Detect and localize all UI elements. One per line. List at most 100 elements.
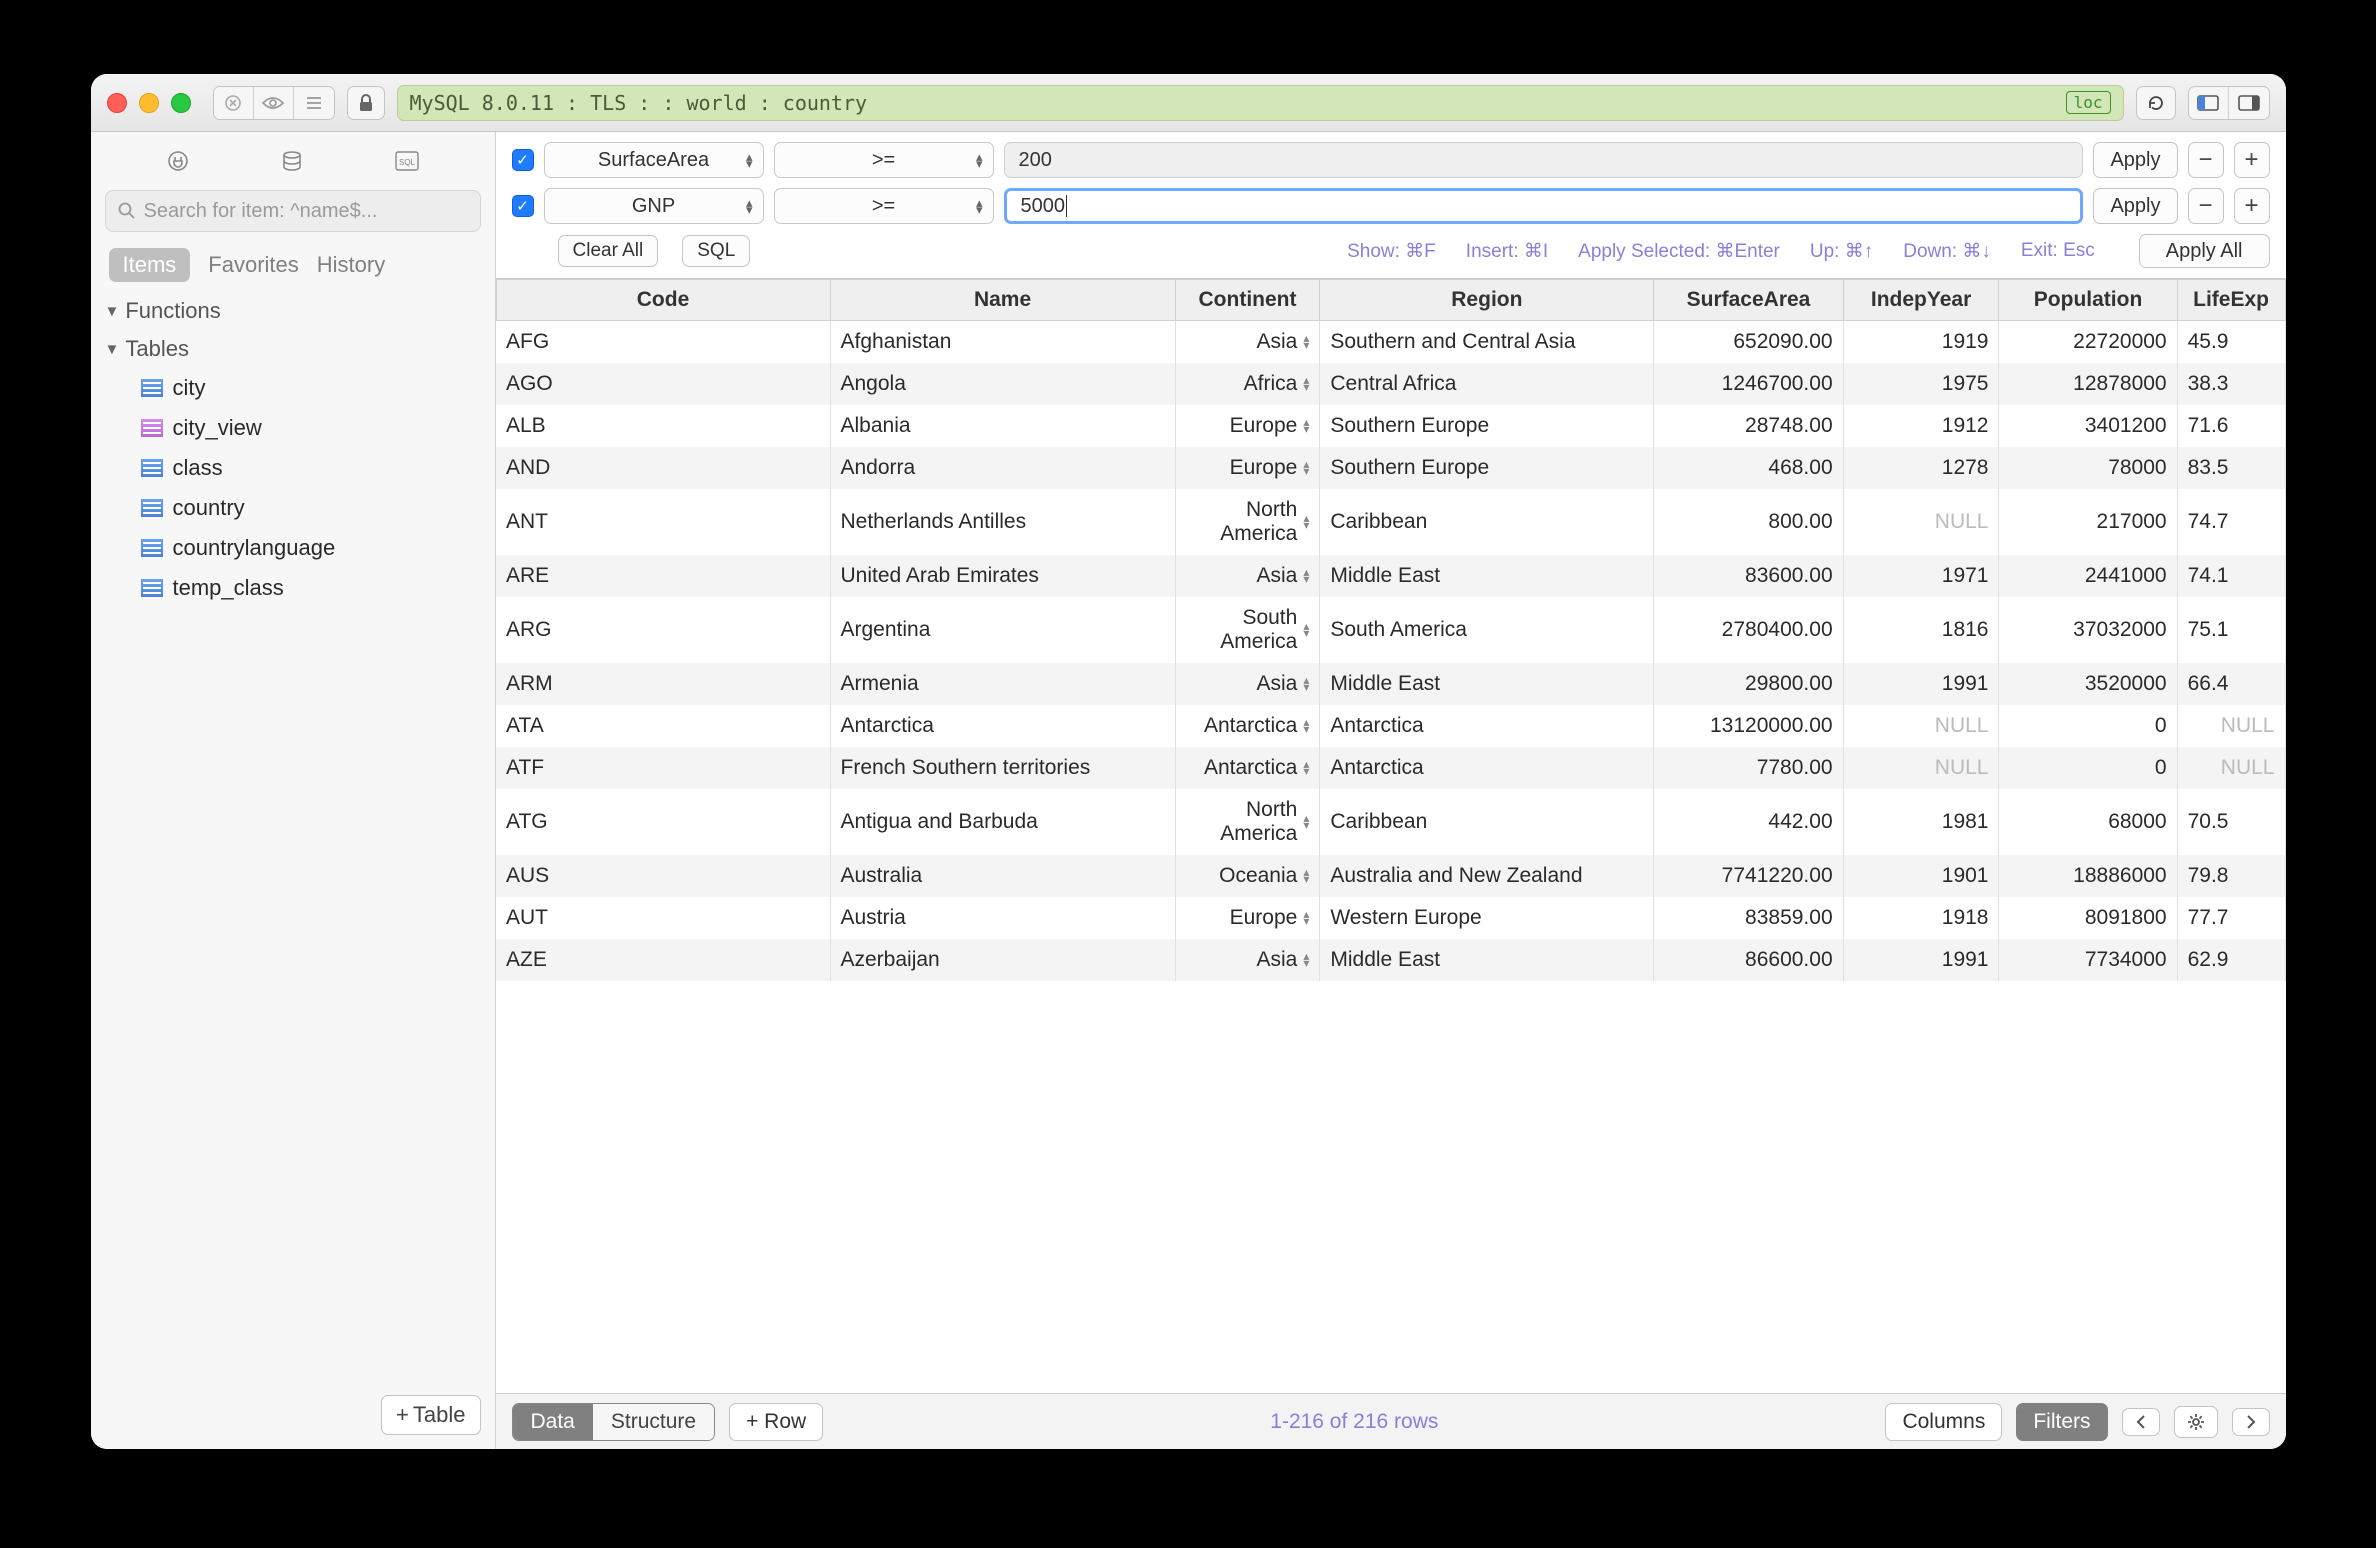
cell-LifeExp[interactable]: 66.4: [2177, 663, 2285, 705]
sidebar-table-city_view[interactable]: city_view: [91, 408, 495, 448]
cell-Name[interactable]: Austria: [830, 897, 1175, 939]
cell-SurfaceArea[interactable]: 7741220.00: [1654, 855, 1843, 897]
panel-toggle-icon[interactable]: [2229, 87, 2269, 119]
cell-Continent[interactable]: Europe▴▾: [1175, 897, 1320, 939]
sidebar-search-input[interactable]: Search for item: ^name$...: [105, 190, 481, 232]
refresh-icon[interactable]: [2136, 86, 2176, 120]
cell-Population[interactable]: 3401200: [1999, 405, 2177, 447]
cell-LifeExp[interactable]: 71.6: [2177, 405, 2285, 447]
cell-LifeExp[interactable]: NULL: [2177, 705, 2285, 747]
cell-IndepYear[interactable]: NULL: [1843, 747, 1999, 789]
cell-SurfaceArea[interactable]: 83600.00: [1654, 555, 1843, 597]
cell-SurfaceArea[interactable]: 86600.00: [1654, 939, 1843, 981]
cell-SurfaceArea[interactable]: 800.00: [1654, 489, 1843, 555]
cell-LifeExp[interactable]: 38.3: [2177, 363, 2285, 405]
cell-SurfaceArea[interactable]: 468.00: [1654, 447, 1843, 489]
filter-2-checkbox[interactable]: ✓: [512, 195, 534, 217]
database-icon[interactable]: [274, 146, 310, 176]
cell-Code[interactable]: ATG: [496, 789, 830, 855]
cell-Region[interactable]: Southern and Central Asia: [1320, 321, 1654, 364]
table-row[interactable]: AGOAngolaAfrica▴▾Central Africa1246700.0…: [496, 363, 2285, 405]
zoom-window-button[interactable]: [171, 93, 191, 113]
col-Name[interactable]: Name: [830, 280, 1175, 321]
cell-Continent[interactable]: Oceania▴▾: [1175, 855, 1320, 897]
filter-1-add-button[interactable]: +: [2234, 142, 2270, 178]
cell-IndepYear[interactable]: 1918: [1843, 897, 1999, 939]
cell-IndepYear[interactable]: 1901: [1843, 855, 1999, 897]
columns-button[interactable]: Columns: [1885, 1403, 2002, 1441]
cell-SurfaceArea[interactable]: 29800.00: [1654, 663, 1843, 705]
table-row[interactable]: ATAAntarcticaAntarctica▴▾Antarctica13120…: [496, 705, 2285, 747]
cell-Continent[interactable]: Europe▴▾: [1175, 405, 1320, 447]
cell-IndepYear[interactable]: NULL: [1843, 489, 1999, 555]
cell-SurfaceArea[interactable]: 7780.00: [1654, 747, 1843, 789]
cell-Region[interactable]: Southern Europe: [1320, 447, 1654, 489]
tree-section-tables[interactable]: Tables: [91, 330, 495, 368]
cell-Continent[interactable]: Asia▴▾: [1175, 555, 1320, 597]
tab-items[interactable]: Items: [109, 248, 191, 282]
lock-icon[interactable]: [347, 86, 385, 120]
cell-Name[interactable]: United Arab Emirates: [830, 555, 1175, 597]
filter-1-remove-button[interactable]: −: [2188, 142, 2224, 178]
add-table-button[interactable]: +Table: [381, 1395, 480, 1435]
cell-Region[interactable]: Australia and New Zealand: [1320, 855, 1654, 897]
cell-SurfaceArea[interactable]: 2780400.00: [1654, 597, 1843, 663]
sidebar-table-city[interactable]: city: [91, 368, 495, 408]
table-row[interactable]: ATFFrench Southern territoriesAntarctica…: [496, 747, 2285, 789]
cell-Name[interactable]: Antarctica: [830, 705, 1175, 747]
filter-1-column-select[interactable]: SurfaceArea▴▾: [544, 142, 764, 178]
sql-icon[interactable]: SQL: [389, 146, 425, 176]
cell-Region[interactable]: Antarctica: [1320, 705, 1654, 747]
col-IndepYear[interactable]: IndepYear: [1843, 280, 1999, 321]
cell-LifeExp[interactable]: 45.9: [2177, 321, 2285, 364]
tab-favorites[interactable]: Favorites: [208, 252, 298, 278]
table-row[interactable]: ANDAndorraEurope▴▾Southern Europe468.001…: [496, 447, 2285, 489]
cell-SurfaceArea[interactable]: 652090.00: [1654, 321, 1843, 364]
sidebar-table-temp_class[interactable]: temp_class: [91, 568, 495, 608]
cell-Name[interactable]: Azerbaijan: [830, 939, 1175, 981]
filter-2-apply-button[interactable]: Apply: [2093, 188, 2177, 224]
cell-Code[interactable]: ATF: [496, 747, 830, 789]
cell-IndepYear[interactable]: 1919: [1843, 321, 1999, 364]
cell-Continent[interactable]: Africa▴▾: [1175, 363, 1320, 405]
cell-SurfaceArea[interactable]: 442.00: [1654, 789, 1843, 855]
table-row[interactable]: ANTNetherlands AntillesNorthAmerica▴▾Car…: [496, 489, 2285, 555]
cell-Population[interactable]: 22720000: [1999, 321, 2177, 364]
cell-Name[interactable]: Netherlands Antilles: [830, 489, 1175, 555]
table-row[interactable]: AREUnited Arab EmiratesAsia▴▾Middle East…: [496, 555, 2285, 597]
cell-Name[interactable]: Argentina: [830, 597, 1175, 663]
cell-LifeExp[interactable]: NULL: [2177, 747, 2285, 789]
table-row[interactable]: AUSAustraliaOceania▴▾Australia and New Z…: [496, 855, 2285, 897]
cell-SurfaceArea[interactable]: 1246700.00: [1654, 363, 1843, 405]
cell-Region[interactable]: Antarctica: [1320, 747, 1654, 789]
col-Region[interactable]: Region: [1320, 280, 1654, 321]
cell-IndepYear[interactable]: 1912: [1843, 405, 1999, 447]
cell-IndepYear[interactable]: 1971: [1843, 555, 1999, 597]
cancel-icon[interactable]: [214, 87, 254, 119]
cell-Population[interactable]: 3520000: [1999, 663, 2177, 705]
cell-LifeExp[interactable]: 75.1: [2177, 597, 2285, 663]
tab-history[interactable]: History: [317, 252, 385, 278]
cell-Continent[interactable]: Asia▴▾: [1175, 939, 1320, 981]
structure-tab[interactable]: Structure: [593, 1404, 714, 1440]
cell-Code[interactable]: ARM: [496, 663, 830, 705]
data-tab[interactable]: Data: [513, 1404, 593, 1440]
list-icon[interactable]: [294, 87, 334, 119]
cell-Region[interactable]: Middle East: [1320, 555, 1654, 597]
filter-2-op-select[interactable]: >=▴▾: [774, 188, 994, 224]
cell-SurfaceArea[interactable]: 28748.00: [1654, 405, 1843, 447]
filter-2-remove-button[interactable]: −: [2188, 188, 2224, 224]
filter-2-column-select[interactable]: GNP▴▾: [544, 188, 764, 224]
cell-Region[interactable]: South America: [1320, 597, 1654, 663]
settings-button[interactable]: [2174, 1406, 2218, 1438]
eye-icon[interactable]: [254, 87, 294, 119]
filter-2-add-button[interactable]: +: [2234, 188, 2270, 224]
table-row[interactable]: AZEAzerbaijanAsia▴▾Middle East86600.0019…: [496, 939, 2285, 981]
cell-IndepYear[interactable]: 1278: [1843, 447, 1999, 489]
cell-LifeExp[interactable]: 74.1: [2177, 555, 2285, 597]
sidebar-toggle-icon[interactable]: [2189, 87, 2229, 119]
cell-Population[interactable]: 2441000: [1999, 555, 2177, 597]
cell-Name[interactable]: Armenia: [830, 663, 1175, 705]
cell-Code[interactable]: AGO: [496, 363, 830, 405]
cell-Continent[interactable]: NorthAmerica▴▾: [1175, 489, 1320, 555]
